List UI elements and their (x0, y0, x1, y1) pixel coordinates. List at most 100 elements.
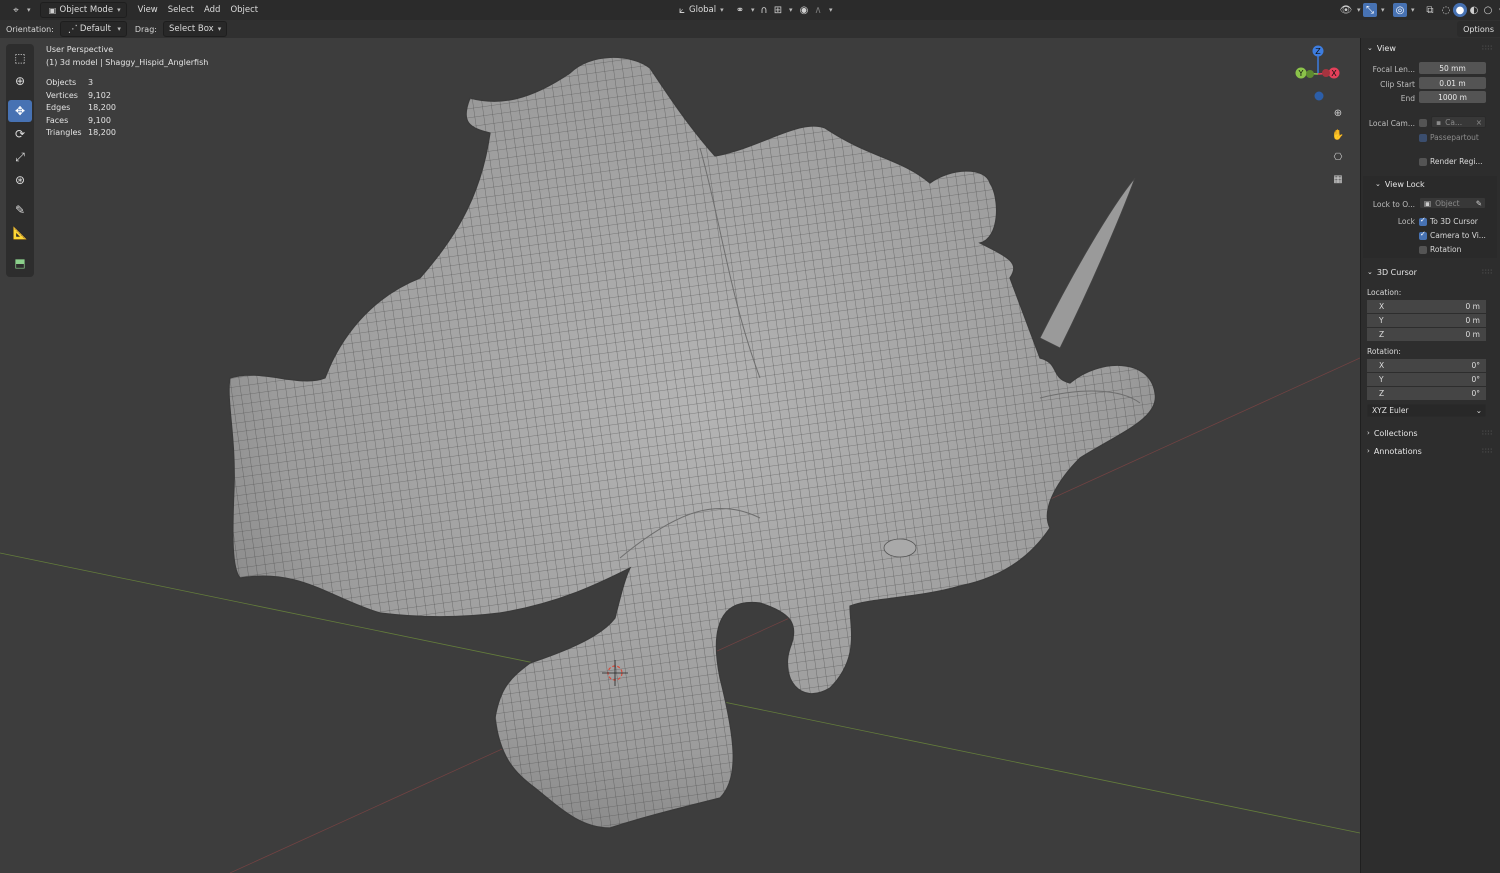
snap-toggle[interactable]: ∩ ⊞ ▾ (752, 3, 798, 17)
tool-shelf: ⬚ ⊕ ✥ ⟳ ⤢ ⊛ ✎ 📐 ⬒ (6, 44, 34, 277)
transform-tool[interactable]: ⊛ (8, 169, 32, 191)
ruler-icon: 📐 (12, 226, 28, 240)
clip-start-field[interactable]: 0.01 m (1419, 77, 1486, 89)
grid-icon: ▦ (1333, 173, 1343, 185)
close-icon[interactable]: × (1476, 118, 1482, 127)
render-region-checkbox[interactable] (1419, 158, 1427, 166)
material-shading-icon[interactable]: ◐ (1467, 3, 1481, 17)
stat-label: Faces (46, 115, 69, 125)
solid-shading-icon[interactable]: ● (1453, 3, 1467, 17)
anglerfish-mesh[interactable] (200, 38, 1200, 858)
local-camera-value: Ca... (1445, 117, 1463, 127)
menu-add[interactable]: Add (199, 3, 225, 17)
viewport-nav-buttons: ⊕ ✋ ⎔ ▦ (1329, 104, 1349, 192)
navigation-gizmo[interactable]: Z Y X (1290, 42, 1346, 102)
collections-section-header[interactable]: › Collections (1367, 426, 1418, 440)
gizmo-neg-z[interactable] (1314, 91, 1324, 101)
clip-end-field[interactable]: 1000 m (1419, 91, 1486, 103)
cursor-tool[interactable]: ⊕ (8, 70, 32, 92)
rotation-mode-dropdown[interactable]: XYZ Euler ⌄ (1367, 404, 1486, 417)
mode-dropdown[interactable]: ▣ Object Mode ▾ (39, 2, 127, 18)
add-cube-tool[interactable]: ⬒ (8, 252, 32, 274)
cursor-rotation-y[interactable]: Y 0° (1367, 373, 1486, 386)
passepartout-checkbox[interactable] (1419, 134, 1427, 142)
drag-handle-icon[interactable]: ∷∷ (1482, 44, 1493, 52)
lock-to-object-label: Lock to O... (1372, 200, 1415, 209)
measure-tool[interactable]: 📐 (8, 222, 32, 244)
rotation-mode-value: XYZ Euler (1372, 406, 1409, 415)
annotate-tool[interactable]: ✎ (8, 199, 32, 221)
gizmo-neg-y[interactable] (1306, 70, 1314, 78)
chevron-down-icon: ⌄ (1475, 406, 1482, 415)
scale-tool[interactable]: ⤢ (8, 146, 32, 168)
view-lock-section-header[interactable]: ⌄ View Lock (1375, 177, 1425, 191)
drag-value: Select Box (168, 24, 214, 34)
pan-button[interactable]: ✋ (1329, 126, 1347, 144)
menu-view[interactable]: View (133, 3, 163, 17)
move-tool[interactable]: ✥ (8, 100, 32, 122)
local-camera-field[interactable]: ▪ Ca... × (1431, 116, 1486, 128)
cursor-rotation-z[interactable]: Z 0° (1367, 387, 1486, 400)
clip-start-label: Clip Start (1380, 80, 1415, 89)
gizmo-toggle[interactable]: ⤡ ▾ (1358, 3, 1390, 17)
axis-value: 0 m (1465, 330, 1480, 339)
cursor-section-header[interactable]: ⌄ 3D Cursor (1367, 265, 1417, 279)
ortho-toggle-button[interactable]: ▦ (1329, 170, 1347, 188)
cursor-rotation-x[interactable]: X 0° (1367, 359, 1486, 372)
object-mode-icon: ▣ (48, 5, 57, 15)
gizmo-y-label: Y (1298, 69, 1304, 78)
rotate-tool[interactable]: ⟳ (8, 123, 32, 145)
cursor-location-y[interactable]: Y 0 m (1367, 314, 1486, 327)
viewport-canvas[interactable] (0, 38, 1360, 873)
drag-handle-icon[interactable]: ∷∷ (1482, 429, 1493, 437)
drag-dropdown[interactable]: Select Box ▾ (162, 21, 228, 37)
add-cube-icon: ⬒ (14, 256, 26, 270)
overlay-toggle[interactable]: ◎ ▾ (1388, 3, 1420, 17)
menu-select[interactable]: Select (163, 3, 199, 17)
gizmo-neg-x[interactable] (1322, 69, 1330, 77)
focal-length-field[interactable]: 50 mm (1419, 62, 1486, 74)
chevron-down-icon: ⌄ (1375, 180, 1381, 188)
stat-value: 9,100 (88, 115, 111, 125)
annotations-section-header[interactable]: › Annotations (1367, 444, 1422, 458)
local-camera-checkbox[interactable] (1419, 119, 1427, 127)
clip-end-label: End (1400, 94, 1415, 103)
proportional-edit-toggle[interactable]: ◉ ∧ ▾ (792, 3, 838, 17)
shading-modes[interactable]: ◌ ● ◐ ○ ▾ (1434, 3, 1500, 17)
view-section-header[interactable]: ⌄ View (1367, 41, 1396, 55)
drag-handle-icon[interactable]: ∷∷ (1482, 447, 1493, 455)
zoom-button[interactable]: ⊕ (1329, 104, 1347, 122)
stat-row: Faces 9,100 (46, 115, 208, 128)
camera-to-view-checkbox[interactable] (1419, 230, 1427, 240)
eyedropper-icon[interactable]: ✎ (1476, 199, 1482, 208)
cursor-section-title: 3D Cursor (1376, 267, 1417, 277)
chevron-down-icon: ⌄ (1367, 44, 1373, 52)
options-button[interactable]: Options (1457, 21, 1500, 37)
chevron-down-icon: ▾ (27, 6, 31, 14)
annotations-title: Annotations (1373, 446, 1422, 456)
axis-label: Z (1379, 389, 1385, 398)
drag-handle-icon[interactable]: ∷∷ (1482, 268, 1493, 276)
lock-to-object-field[interactable]: ▣ Object ✎ (1419, 197, 1486, 209)
cursor-location-z[interactable]: Z 0 m (1367, 328, 1486, 341)
axis-value: 0 m (1465, 316, 1480, 325)
lock-rotation-checkbox[interactable] (1419, 246, 1427, 254)
3d-viewport[interactable] (0, 38, 1360, 873)
lock-to-cursor-checkbox[interactable] (1419, 216, 1427, 226)
transform-orientation-dropdown[interactable]: ⟀ Global ▾ (670, 3, 729, 17)
cursor-location-x[interactable]: X 0 m (1367, 300, 1486, 313)
passepartout-label: Passepartout (1430, 133, 1479, 142)
viewport-header: ⌖ ▾ ▣ Object Mode ▾ View Select Add Objec… (0, 0, 1500, 20)
menu-object[interactable]: Object (225, 3, 263, 17)
orientation-dropdown[interactable]: ⋰ Default ▾ (59, 21, 127, 37)
rendered-shading-icon[interactable]: ○ (1481, 3, 1495, 17)
axis-label: X (1379, 302, 1385, 311)
wireframe-shading-icon[interactable]: ◌ (1439, 3, 1453, 17)
local-camera-label: Local Cam... (1368, 119, 1415, 128)
select-box-tool[interactable]: ⬚ (8, 47, 32, 69)
camera-view-button[interactable]: ⎔ (1329, 148, 1347, 166)
chevron-down-icon: ▾ (829, 6, 833, 14)
editor-type-button[interactable]: ⌖ ▾ (4, 3, 36, 17)
view-lock-title: View Lock (1384, 179, 1425, 189)
camera-icon: ⎔ (1333, 151, 1343, 163)
